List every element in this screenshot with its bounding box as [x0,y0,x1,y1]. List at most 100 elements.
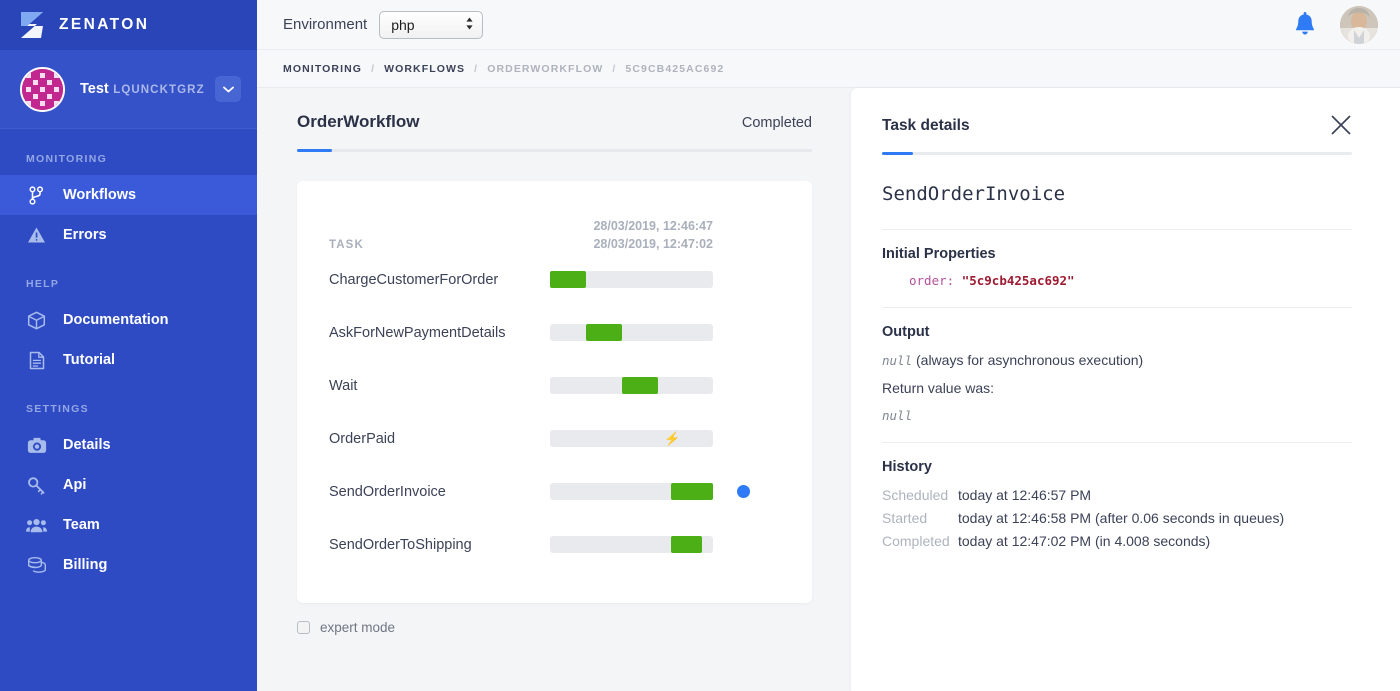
task-duration-bar [670,483,713,500]
history-label: Scheduled [882,487,949,503]
sidebar-item-label: Errors [63,227,107,243]
history-row: Scheduled today at 12:46:57 PM [882,484,1352,507]
task-duration-bar [670,536,702,553]
task-row[interactable]: SendOrderToShipping [329,518,782,571]
history-title: History [882,459,932,475]
breadcrumb: MONITORING / WORKFLOWS / ORDERWORKFLOW /… [257,50,1400,88]
initial-properties-title: Initial Properties [882,246,996,262]
task-details-header: Task details [882,114,1352,136]
avatar[interactable] [1340,5,1378,44]
breadcrumb-item-orderworkflow[interactable]: ORDERWORKFLOW [487,63,603,75]
history-row: Completed today at 12:47:02 PM (in 4.008 s… [882,530,1352,553]
breadcrumb-separator: / [371,62,376,75]
warning-triangle-icon [26,225,47,246]
output-null-line: null (always for asynchronous execution) [882,352,1352,368]
key-icon [26,475,47,496]
output-null-token: null [882,353,913,368]
brand-header[interactable]: ZENATON [0,0,257,50]
sidebar-item-label: Billing [63,557,108,573]
breadcrumb-separator: / [474,62,479,75]
timeline-date-end: 28/03/2019, 12:47:02 [593,237,713,251]
sidebar-item-team[interactable]: Team [0,505,257,545]
org-switcher[interactable]: Test LQUNCKTGRZ [0,50,257,129]
environment-select[interactable]: php [379,10,484,39]
identicon-avatar-icon [20,66,65,112]
timeline-header: TASK 28/03/2019, 12:46:47 28/03/2019, 12… [329,205,782,253]
topbar: Environment php [257,0,1400,50]
content-area: OrderWorkflow Completed TASK 28/03/2019,… [257,88,1400,691]
task-row[interactable]: Wait [329,359,782,412]
history-time: today at 12:47:02 PM [958,533,1092,549]
sidebar-item-api[interactable]: Api [0,465,257,505]
page-title: OrderWorkflow [297,112,420,131]
task-name: SendOrderToShipping [329,536,472,553]
task-name: ChargeCustomerForOrder [329,271,499,288]
timeline-column-task: TASK [329,239,364,251]
task-timeline-track: ⚡ [550,430,713,447]
breadcrumb-item-monitoring[interactable]: MONITORING [283,63,362,75]
workflow-column: OrderWorkflow Completed TASK 28/03/2019,… [257,88,850,691]
zenaton-z-logo-icon [19,10,45,40]
output-note: (always for asynchronous execution) [916,352,1144,368]
task-row[interactable]: OrderPaid ⚡ [329,412,782,465]
task-timeline-track [550,324,713,341]
sidebar-item-label: Details [63,437,111,453]
output-title: Output [882,324,930,340]
brand-name: ZENATON [59,16,150,33]
timeline-date-range: 28/03/2019, 12:46:47 28/03/2019, 12:47:0… [550,217,713,253]
task-row[interactable]: AskForNewPaymentDetails [329,306,782,359]
initial-properties-code: order: "5c9cb425ac692" [882,273,1352,288]
history-label: Started [882,510,928,526]
timeline-date-start: 28/03/2019, 12:46:47 [593,219,713,233]
task-timeline-track [550,483,713,500]
sidebar-item-documentation[interactable]: Documentation [0,300,257,340]
main-area: Environment php MONITORING / WORKFLOWS /… [257,0,1400,691]
sidebar-item-errors[interactable]: Errors [0,215,257,255]
task-rows: ChargeCustomerForOrder AskForNewPaymentDe… [329,253,782,571]
workflow-progress-rule [297,149,812,152]
expert-mode-toggle[interactable]: expert mode [297,620,812,635]
breadcrumb-item-instance-id: 5C9CB425AC692 [625,62,725,75]
breadcrumb-item-workflows[interactable]: WORKFLOWS [384,63,465,75]
nav-group-settings: SETTINGS Details Api Team Billing [0,403,257,585]
status-badge [736,485,750,498]
close-icon[interactable] [1330,114,1352,136]
history-label: Completed [882,533,950,549]
sidebar-item-workflows[interactable]: Workflows [0,175,257,215]
task-name: SendOrderInvoice [329,483,446,500]
box-package-icon [26,310,47,331]
history-section: History Scheduled today at 12:46:57 PM Sta… [882,443,1352,553]
notification-bell-icon[interactable] [1292,11,1318,39]
sidebar-item-details[interactable]: Details [0,425,257,465]
task-details-title: Task details [882,117,970,134]
workflow-header: OrderWorkflow Completed [297,112,812,132]
nav-group-title-help: HELP [26,278,60,290]
sidebar-nav: MONITORING Workflows Errors HELP Documen… [0,129,257,585]
expert-mode-checkbox[interactable] [297,621,310,634]
camera-icon [26,435,47,456]
task-row[interactable]: SendOrderInvoice [329,465,782,518]
sidebar-item-label: Api [63,477,87,493]
task-name: OrderPaid [329,430,396,447]
history-row: Started today at 12:46:58 PM (after 0.06 s… [882,507,1352,530]
environment-label: Environment [283,16,368,33]
coins-stack-icon [26,555,47,576]
history-rows: Scheduled today at 12:46:57 PM Started toda… [882,484,1352,553]
task-duration-bar [621,377,658,394]
task-row[interactable]: ChargeCustomerForOrder [329,253,782,306]
task-duration-bar [550,271,586,288]
sidebar-item-label: Tutorial [63,352,116,368]
workflow-progress-fill [297,149,332,152]
task-details-task-name: SendOrderInvoice [882,155,1352,230]
sidebar-item-billing[interactable]: Billing [0,545,257,585]
expert-mode-label: expert mode [320,620,396,635]
task-duration-bar [585,324,622,341]
history-time: today at 12:46:57 PM [958,487,1092,503]
chevron-down-icon[interactable] [215,76,241,102]
sidebar: ZENATON Test LQUNCKTGRZ MONITORING Workf… [0,0,257,691]
initial-properties-section: Initial Properties order: "5c9cb425ac692… [882,230,1352,308]
sidebar-item-tutorial[interactable]: Tutorial [0,340,257,380]
task-timeline-track [550,271,713,288]
app-root: ZENATON Test LQUNCKTGRZ MONITORING Workf… [0,0,1400,691]
output-return-value: null [882,408,913,423]
